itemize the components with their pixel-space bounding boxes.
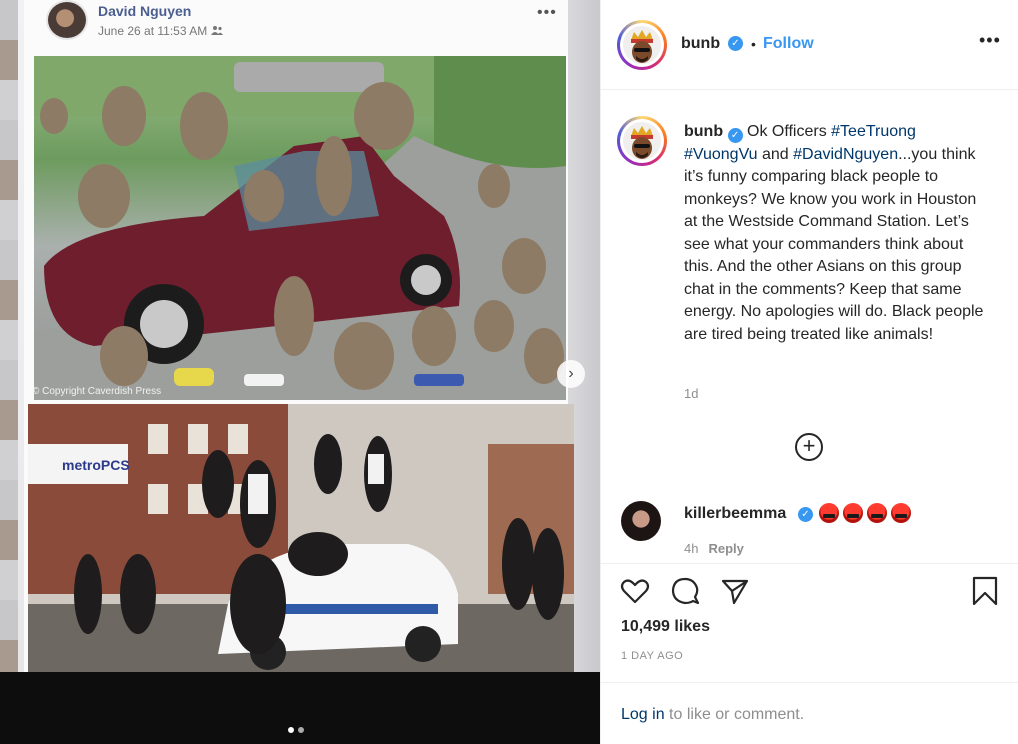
comment-meta: 4h Reply	[684, 541, 744, 556]
likes-count[interactable]: 10,499 likes	[621, 618, 710, 636]
photo-crowd-on-police-car: metroPCS	[28, 404, 574, 672]
hashtag-link[interactable]: #TeeTruong	[831, 123, 916, 140]
carousel-dot	[298, 727, 304, 733]
hashtag-link[interactable]: #DavidNguyen	[793, 146, 898, 163]
instagram-panel: bunb ✓ • Follow ••• bunb ✓ Ok Officers #…	[600, 0, 1018, 744]
carousel-dots	[288, 720, 308, 738]
facebook-avatar	[46, 0, 88, 40]
app-root: David Nguyen June 26 at 11:53 AM ••• © C…	[0, 0, 1018, 744]
angry-face-icon	[819, 503, 839, 523]
actions-divider	[601, 563, 1018, 564]
comment-icon[interactable]	[669, 575, 701, 607]
share-icon[interactable]	[719, 575, 751, 607]
comment-username[interactable]: killerbeemma	[684, 505, 786, 523]
caption-avatar[interactable]	[617, 116, 667, 166]
comment-avatar[interactable]	[621, 501, 661, 541]
bookmark-icon[interactable]	[969, 575, 1001, 607]
comment-time[interactable]: 4h	[684, 541, 698, 556]
angry-face-icon	[867, 503, 887, 523]
caption-time[interactable]: 1d	[684, 386, 698, 401]
image-watermark: © Copyright Caverdish Press	[32, 386, 162, 397]
caption-text: ...you think it’s funny comparing black …	[684, 145, 984, 343]
comment-emojis	[819, 503, 915, 523]
verified-badge-icon: ✓	[798, 507, 813, 522]
post-header: bunb ✓ • Follow •••	[601, 0, 1018, 90]
more-horizontal-icon[interactable]: •••	[537, 4, 557, 22]
verified-badge-icon: ✓	[728, 36, 743, 51]
angry-face-icon	[891, 503, 911, 523]
caption-text: and	[757, 145, 794, 163]
header-separator: •	[751, 36, 756, 52]
posted-ago[interactable]: 1 DAY AGO	[621, 650, 683, 662]
friends-icon	[210, 24, 223, 38]
facebook-author-name: David Nguyen	[98, 3, 192, 19]
caption-username[interactable]: bunb	[684, 123, 723, 140]
header-username[interactable]: bunb	[681, 35, 720, 53]
login-prompt: Log in to like or comment.	[621, 706, 804, 724]
reply-button[interactable]: Reply	[708, 541, 743, 556]
login-footer: Log in to like or comment.	[601, 682, 1018, 744]
facebook-post-date: June 26 at 11:53 AM	[98, 24, 223, 38]
screen-side-strip	[0, 0, 18, 672]
follow-button[interactable]: Follow	[763, 35, 814, 53]
login-suffix: to like or comment.	[664, 706, 805, 723]
plus-circle-icon[interactable]: +	[795, 433, 823, 461]
facebook-date-text: June 26 at 11:53 AM	[98, 24, 208, 38]
login-link[interactable]: Log in	[621, 706, 665, 723]
caption-text: Ok Officers	[742, 123, 832, 140]
hashtag-link[interactable]: #VuongVu	[684, 146, 758, 163]
store-sign: metroPCS	[62, 457, 130, 473]
carousel-dot-active	[288, 727, 294, 733]
more-horizontal-icon[interactable]: •••	[979, 30, 1001, 51]
post-caption: bunb ✓ Ok Officers #TeeTruong #VuongVu a…	[684, 121, 984, 346]
header-avatar[interactable]	[617, 20, 667, 70]
heart-icon[interactable]	[619, 575, 651, 607]
post-media: David Nguyen June 26 at 11:53 AM ••• © C…	[0, 0, 600, 744]
monitor-screen: David Nguyen June 26 at 11:53 AM ••• © C…	[0, 0, 600, 672]
chevron-right-icon[interactable]: ›	[557, 360, 585, 388]
photo-baboons-on-car	[34, 56, 566, 400]
angry-face-icon	[843, 503, 863, 523]
verified-badge-icon: ✓	[727, 128, 743, 143]
